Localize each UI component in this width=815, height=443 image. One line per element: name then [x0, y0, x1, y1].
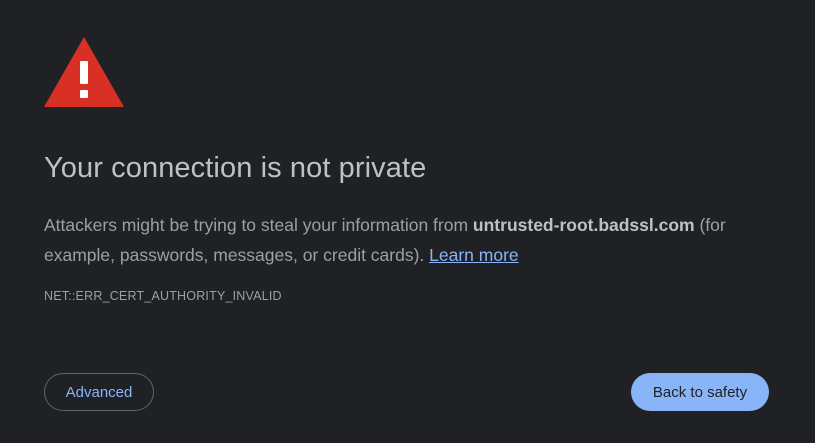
page-title: Your connection is not private: [44, 152, 427, 184]
error-code: NET::ERR_CERT_AUTHORITY_INVALID: [44, 289, 282, 303]
learn-more-link[interactable]: Learn more: [429, 245, 519, 265]
advanced-button[interactable]: Advanced: [44, 373, 154, 411]
interstitial-page: Your connection is not private Attackers…: [0, 0, 815, 443]
site-hostname: untrusted-root.badssl.com: [472, 215, 695, 235]
warning-triangle-icon: [44, 37, 124, 107]
back-to-safety-button[interactable]: Back to safety: [631, 373, 769, 411]
warning-description: Attackers might be trying to steal your …: [44, 210, 764, 270]
description-text: Attackers might be trying to steal your …: [44, 215, 473, 235]
